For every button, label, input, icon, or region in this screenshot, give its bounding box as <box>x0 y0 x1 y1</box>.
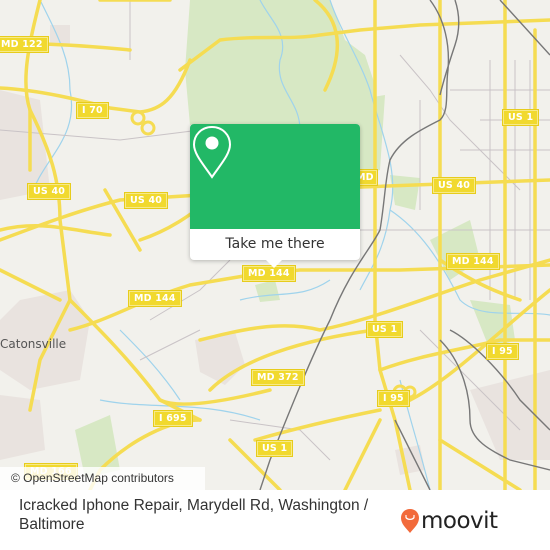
moovit-wordmark: moovit <box>421 508 498 534</box>
road-shield-i-95-east: I 95 <box>486 343 519 360</box>
road-shield-md-144-east: MD 144 <box>446 253 500 270</box>
road-shield-md-372: MD 372 <box>251 369 305 386</box>
road-shield-us-1-north: US 1 <box>501 109 540 126</box>
moovit-pin-icon <box>401 509 419 533</box>
road-shield-md-144-west: MD 144 <box>128 290 182 307</box>
popup-header <box>190 124 360 229</box>
road-shield-md-122: MD 122 <box>0 36 49 53</box>
road-shield-i-695: I 695 <box>153 410 193 427</box>
footer: Icracked Iphone Repair, Marydell Rd, Was… <box>0 490 550 550</box>
map[interactable]: Catonsville MD 122 I 70 US 40 US 40 US 4… <box>0 0 550 490</box>
road-shield-us-40-west: US 40 <box>26 183 72 200</box>
place-label-catonsville: Catonsville <box>0 337 67 351</box>
road-shield-md-144-center: MD 144 <box>242 265 296 282</box>
moovit-logo[interactable]: moovit <box>400 504 498 538</box>
road-shield-us-1-center: US 1 <box>365 321 404 338</box>
road-shield-us-40-center: US 40 <box>123 192 169 209</box>
map-attribution[interactable]: © OpenStreetMap contributors <box>0 467 205 490</box>
place-title: Icracked Iphone Repair, Marydell Rd, Was… <box>19 497 369 533</box>
road-shield-us-40-east: US 40 <box>431 177 477 194</box>
road-shield-i-70: I 70 <box>76 102 109 119</box>
map-pin-icon <box>192 125 232 179</box>
road-shield-us-1-south: US 1 <box>255 440 294 457</box>
location-popup: Take me there <box>190 124 360 268</box>
popup-pointer <box>265 259 283 268</box>
road-shield-i-95-center: I 95 <box>377 390 410 407</box>
take-me-there-button[interactable]: Take me there <box>190 229 360 260</box>
